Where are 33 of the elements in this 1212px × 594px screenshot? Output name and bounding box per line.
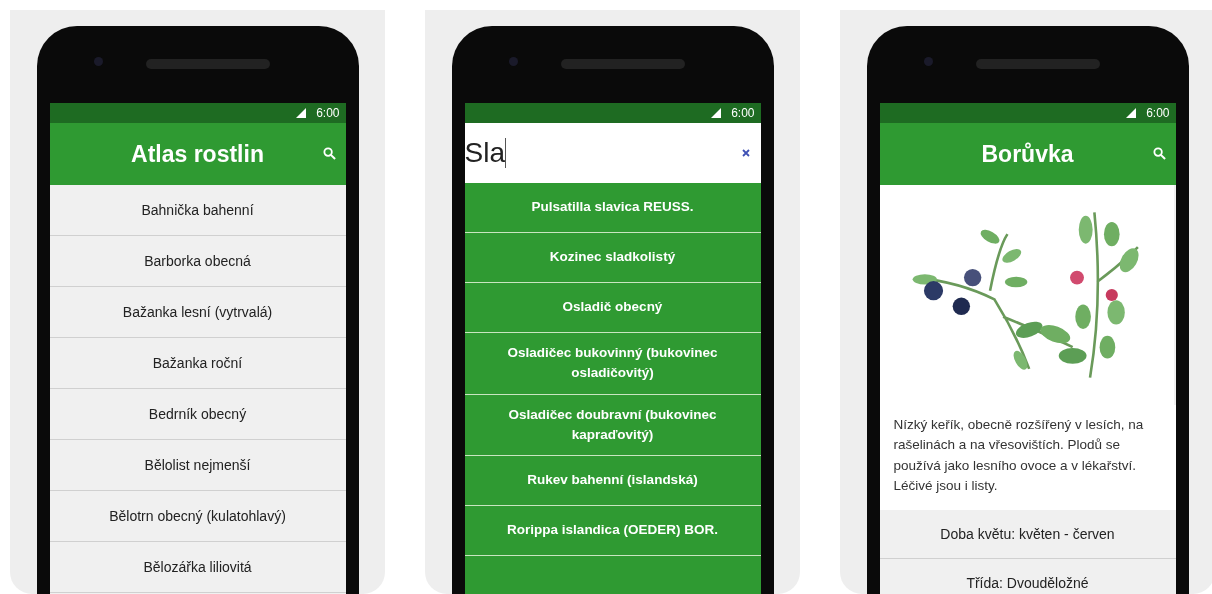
signal-icon: [294, 108, 307, 118]
plant-list-item[interactable]: Barborka obecná: [49, 236, 346, 287]
status-time: 6:00: [316, 106, 340, 120]
signal-icon: [709, 108, 722, 118]
search-result-item[interactable]: Pulsatilla slavica REUSS.: [464, 183, 761, 233]
plant-list-item[interactable]: Bělozářka liliovitá: [49, 542, 346, 593]
camera-dot: [508, 57, 518, 66]
search-result-item[interactable]: Osladičec bukovinný (bukovinec osladičovitý): [464, 333, 761, 395]
plant-list-item[interactable]: Bažanka lesní (vytrvalá): [49, 287, 346, 338]
plant-fact: Doba květu: květen - červen: [879, 510, 1176, 559]
plant-fact: Třída: Dvouděložné: [879, 559, 1176, 594]
app-title: Atlas rostlin: [131, 140, 264, 168]
search-field[interactable]: Sla: [464, 123, 761, 183]
search-result-item[interactable]: Osladič obecný: [464, 283, 761, 333]
camera-dot: [923, 57, 933, 66]
close-icon[interactable]: [740, 148, 751, 158]
status-time: 6:00: [1146, 106, 1170, 120]
search-result-item[interactable]: Kozinec sladkolistý: [464, 233, 761, 283]
search-icon[interactable]: [322, 147, 336, 160]
signal-icon: [1124, 108, 1137, 118]
camera-dot: [93, 57, 103, 66]
plant-list-item[interactable]: Bahnička bahenní: [49, 185, 346, 236]
app-title: Borůvka: [981, 140, 1074, 168]
plant-list-item[interactable]: Bedrník obecný: [49, 389, 346, 440]
search-result-item[interactable]: Osladičec doubravní (bukovinec kapraďovitý): [464, 394, 761, 456]
search-icon[interactable]: [1152, 147, 1166, 160]
plant-list-item[interactable]: Bělolist nejmenší: [49, 440, 346, 491]
search-result-item[interactable]: Rukev bahenní (islandská): [464, 456, 761, 506]
plant-list-item[interactable]: Bělotrn obecný (kulatohlavý): [49, 491, 346, 542]
plant-description: Nízký keřík, obecně rozšířený v lesích, na rašelinách a na vřesovištích. Plodů se používá jako lesního ovoce a v lékařství. Léčivé jsou i listy.: [879, 405, 1176, 510]
search-result-item[interactable]: Rorippa islandica (OEDER) BOR.: [464, 506, 761, 556]
plant-list-item[interactable]: Bažanka roční: [49, 338, 346, 389]
status-time: 6:00: [731, 106, 755, 120]
